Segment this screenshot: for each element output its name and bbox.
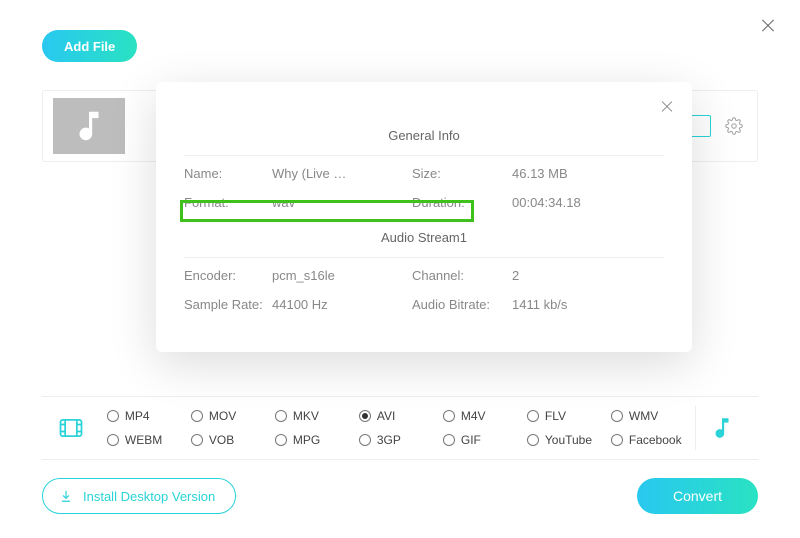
label-bitrate: Audio Bitrate:: [412, 297, 512, 312]
format-option-m4v[interactable]: M4V: [443, 409, 527, 423]
format-option-label: WEBM: [125, 433, 162, 447]
divider: [184, 155, 664, 156]
value-samplerate: 44100 Hz: [272, 297, 412, 312]
format-option-facebook[interactable]: Facebook: [611, 433, 695, 447]
value-bitrate: 1411 kb/s: [512, 297, 632, 312]
radio-icon: [443, 410, 455, 422]
label-duration: Duration:: [412, 195, 512, 210]
radio-icon: [611, 410, 623, 422]
label-size: Size:: [412, 166, 512, 181]
music-note-icon: [70, 107, 108, 145]
value-channel: 2: [512, 268, 632, 283]
format-option-label: YouTube: [545, 433, 592, 447]
format-option-mpg[interactable]: MPG: [275, 433, 359, 447]
format-option-label: MOV: [209, 409, 236, 423]
audio-info-grid: Encoder: pcm_s16le Channel: 2 Sample Rat…: [184, 268, 664, 312]
format-option-mov[interactable]: MOV: [191, 409, 275, 423]
format-option-webm[interactable]: WEBM: [107, 433, 191, 447]
format-option-flv[interactable]: FLV: [527, 409, 611, 423]
format-option-vob[interactable]: VOB: [191, 433, 275, 447]
video-category-icon[interactable]: [52, 406, 91, 450]
radio-icon: [275, 410, 287, 422]
radio-icon: [443, 434, 455, 446]
divider: [184, 257, 664, 258]
format-option-label: GIF: [461, 433, 481, 447]
format-option-label: VOB: [209, 433, 234, 447]
download-icon: [59, 489, 73, 503]
format-option-label: WMV: [629, 409, 658, 423]
close-icon[interactable]: [760, 18, 776, 34]
value-duration: 00:04:34.18: [512, 195, 632, 210]
format-option-label: Facebook: [629, 433, 682, 447]
format-option-label: 3GP: [377, 433, 401, 447]
label-channel: Channel:: [412, 268, 512, 283]
radio-icon: [527, 410, 539, 422]
radio-icon: [359, 410, 371, 422]
info-modal: General Info Name: Why (Live … Size: 46.…: [156, 82, 692, 352]
format-option-avi[interactable]: AVI: [359, 409, 443, 423]
label-encoder: Encoder:: [184, 268, 272, 283]
radio-icon: [107, 410, 119, 422]
radio-icon: [191, 410, 203, 422]
format-option-label: M4V: [461, 409, 486, 423]
format-option-label: MP4: [125, 409, 150, 423]
radio-icon: [275, 434, 287, 446]
format-option-wmv[interactable]: WMV: [611, 409, 695, 423]
format-option-mkv[interactable]: MKV: [275, 409, 359, 423]
format-strip: MP4 MOV MKV AVI M4V FLV WMV WEBM VOB MPG 3GP GIF You…: [42, 396, 758, 460]
file-thumbnail: [53, 98, 125, 154]
value-encoder: pcm_s16le: [272, 268, 412, 283]
add-file-button[interactable]: Add File: [42, 30, 137, 62]
format-option-label: FLV: [545, 409, 566, 423]
value-name: Why (Live …: [272, 166, 412, 181]
general-info-grid: Name: Why (Live … Size: 46.13 MB Format:…: [184, 166, 664, 210]
radio-icon: [359, 434, 371, 446]
section-title-audio: Audio Stream1: [184, 230, 664, 245]
radio-icon: [107, 434, 119, 446]
gear-icon[interactable]: [725, 117, 743, 135]
radio-icon: [191, 434, 203, 446]
format-option-label: MKV: [293, 409, 319, 423]
modal-close-icon[interactable]: [660, 100, 674, 114]
audio-category-icon[interactable]: [695, 406, 748, 450]
radio-icon: [527, 434, 539, 446]
format-option-3gp[interactable]: 3GP: [359, 433, 443, 447]
section-title-general: General Info: [184, 128, 664, 143]
value-format: wav: [272, 195, 412, 210]
install-desktop-label: Install Desktop Version: [83, 489, 215, 504]
value-size: 46.13 MB: [512, 166, 632, 181]
label-name: Name:: [184, 166, 272, 181]
radio-icon: [611, 434, 623, 446]
format-option-gif[interactable]: GIF: [443, 433, 527, 447]
label-format: Format:: [184, 195, 272, 210]
format-option-label: AVI: [377, 409, 395, 423]
install-desktop-button[interactable]: Install Desktop Version: [42, 478, 236, 514]
format-option-label: MPG: [293, 433, 320, 447]
convert-button[interactable]: Convert: [637, 478, 758, 514]
label-samplerate: Sample Rate:: [184, 297, 272, 312]
format-option-mp4[interactable]: MP4: [107, 409, 191, 423]
format-option-youtube[interactable]: YouTube: [527, 433, 611, 447]
